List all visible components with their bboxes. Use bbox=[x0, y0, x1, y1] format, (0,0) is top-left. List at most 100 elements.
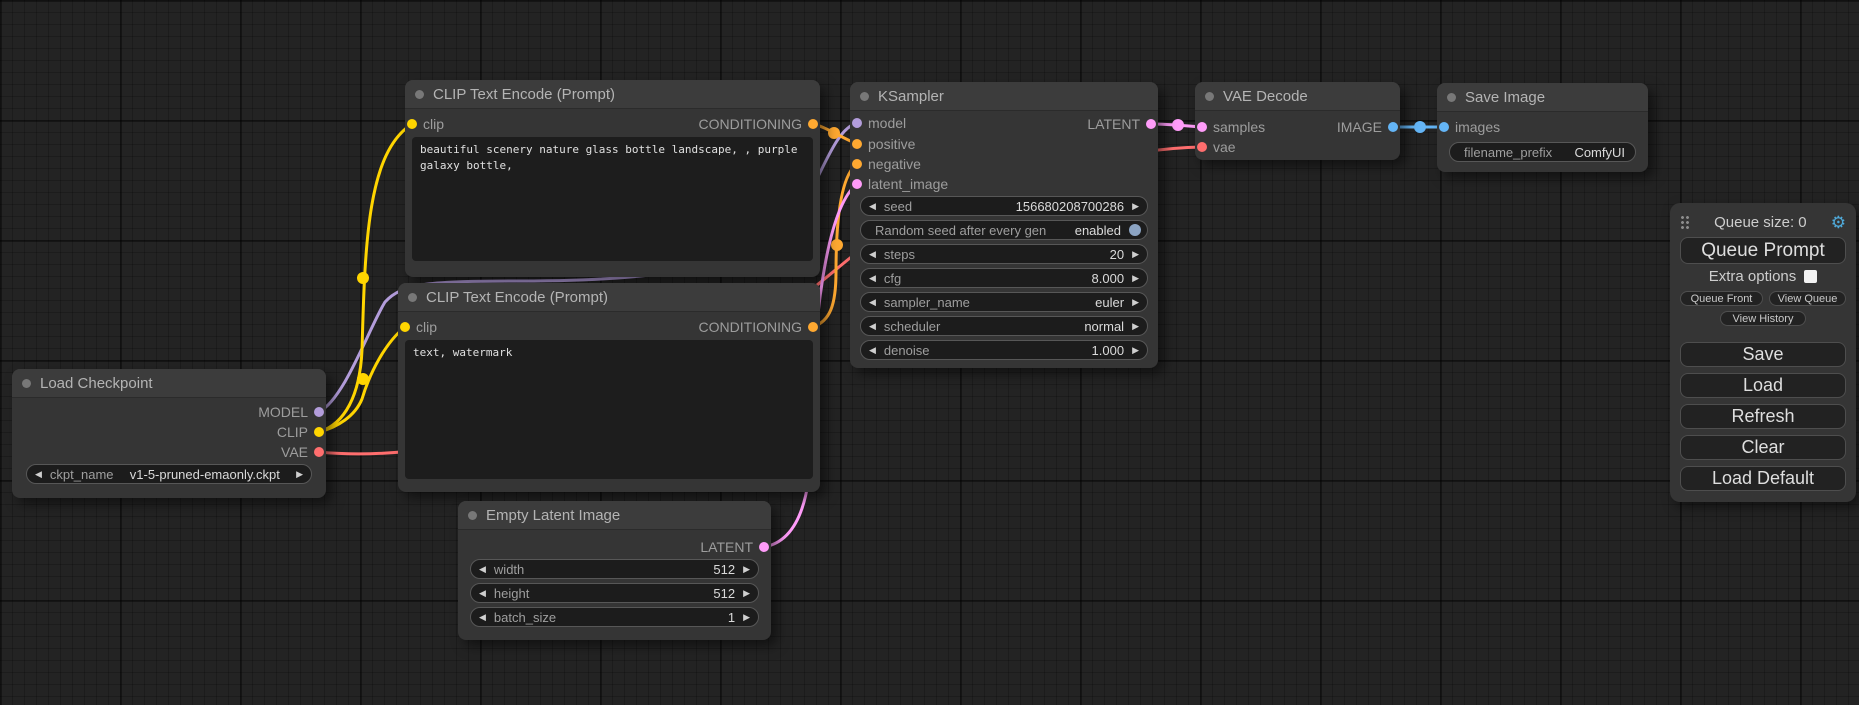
vae-input-pin[interactable] bbox=[1197, 142, 1207, 152]
increment-arrow-icon[interactable]: ▶ bbox=[1132, 197, 1139, 215]
positive-input-pin[interactable] bbox=[852, 139, 862, 149]
queue-front-button[interactable]: Queue Front bbox=[1680, 291, 1763, 306]
node-title: CLIP Text Encode (Prompt) bbox=[426, 289, 608, 306]
decrement-arrow-icon[interactable]: ◀ bbox=[869, 269, 876, 287]
positive-prompt-textarea[interactable]: beautiful scenery nature glass bottle la… bbox=[412, 137, 813, 261]
decrement-arrow-icon[interactable]: ◀ bbox=[869, 245, 876, 263]
latent-output-pin[interactable] bbox=[759, 542, 769, 552]
widget-value: 512 bbox=[713, 562, 735, 577]
node-clip-text-encode-negative[interactable]: CLIP Text Encode (Prompt) clip CONDITION… bbox=[398, 283, 820, 492]
link-midpoint-dot[interactable] bbox=[1414, 121, 1426, 133]
node-titlebar[interactable]: KSampler bbox=[850, 82, 1158, 111]
collapse-dot-icon[interactable] bbox=[1447, 93, 1456, 102]
widget-value: normal bbox=[1084, 319, 1124, 334]
clip-output-pin[interactable] bbox=[314, 427, 324, 437]
node-titlebar[interactable]: CLIP Text Encode (Prompt) bbox=[405, 80, 820, 109]
decrement-arrow-icon[interactable]: ◀ bbox=[869, 341, 876, 359]
save-button[interactable]: Save bbox=[1680, 342, 1846, 367]
seed-widget[interactable]: ◀ seed 156680208700286 ▶ bbox=[860, 196, 1148, 216]
collapse-dot-icon[interactable] bbox=[408, 293, 417, 302]
increment-arrow-icon[interactable]: ▶ bbox=[296, 465, 303, 483]
sampler-name-widget[interactable]: ◀ sampler_name euler ▶ bbox=[860, 292, 1148, 312]
increment-arrow-icon[interactable]: ▶ bbox=[743, 608, 750, 626]
link-midpoint-dot[interactable] bbox=[1172, 119, 1184, 131]
node-save-image[interactable]: Save Image images filename_prefix ComfyU… bbox=[1437, 83, 1648, 172]
decrement-arrow-icon[interactable]: ◀ bbox=[869, 293, 876, 311]
extra-options-label: Extra options bbox=[1709, 268, 1797, 285]
negative-input-pin[interactable] bbox=[852, 159, 862, 169]
decrement-arrow-icon[interactable]: ◀ bbox=[479, 608, 486, 626]
node-titlebar[interactable]: VAE Decode bbox=[1195, 82, 1400, 111]
decrement-arrow-icon[interactable]: ◀ bbox=[869, 197, 876, 215]
increment-arrow-icon[interactable]: ▶ bbox=[743, 560, 750, 578]
negative-prompt-textarea[interactable]: text, watermark bbox=[405, 340, 813, 479]
clip-input-pin[interactable] bbox=[400, 322, 410, 332]
widget-value: 512 bbox=[713, 586, 735, 601]
increment-arrow-icon[interactable]: ▶ bbox=[1132, 269, 1139, 287]
extra-options-checkbox[interactable] bbox=[1804, 270, 1817, 283]
filename-prefix-widget[interactable]: filename_prefix ComfyUI bbox=[1449, 142, 1636, 162]
cfg-widget[interactable]: ◀ cfg 8.000 ▶ bbox=[860, 268, 1148, 288]
vae-output-pin[interactable] bbox=[314, 447, 324, 457]
increment-arrow-icon[interactable]: ▶ bbox=[743, 584, 750, 602]
node-titlebar[interactable]: Load Checkpoint bbox=[12, 369, 326, 398]
clear-button[interactable]: Clear bbox=[1680, 435, 1846, 460]
link-midpoint-dot[interactable] bbox=[357, 373, 369, 385]
samples-input-pin[interactable] bbox=[1197, 122, 1207, 132]
increment-arrow-icon[interactable]: ▶ bbox=[1132, 293, 1139, 311]
steps-widget[interactable]: ◀ steps 20 ▶ bbox=[860, 244, 1148, 264]
decrement-arrow-icon[interactable]: ◀ bbox=[479, 584, 486, 602]
collapse-dot-icon[interactable] bbox=[1205, 92, 1214, 101]
increment-arrow-icon[interactable]: ▶ bbox=[1132, 317, 1139, 335]
view-queue-button[interactable]: View Queue bbox=[1769, 291, 1846, 306]
denoise-widget[interactable]: ◀ denoise 1.000 ▶ bbox=[860, 340, 1148, 360]
conditioning-output-pin[interactable] bbox=[808, 322, 818, 332]
clip-input-pin[interactable] bbox=[407, 119, 417, 129]
increment-arrow-icon[interactable]: ▶ bbox=[1132, 341, 1139, 359]
image-output-pin[interactable] bbox=[1388, 122, 1398, 132]
link-midpoint-dot[interactable] bbox=[831, 239, 843, 251]
load-button[interactable]: Load bbox=[1680, 373, 1846, 398]
height-widget[interactable]: ◀ height 512 ▶ bbox=[470, 583, 759, 603]
link-midpoint-dot[interactable] bbox=[357, 272, 369, 284]
images-input-pin[interactable] bbox=[1439, 122, 1449, 132]
collapse-dot-icon[interactable] bbox=[468, 511, 477, 520]
node-load-checkpoint[interactable]: Load Checkpoint MODEL CLIP VAE ◀ ckpt_na… bbox=[12, 369, 326, 498]
link-midpoint-dot[interactable] bbox=[828, 127, 840, 139]
collapse-dot-icon[interactable] bbox=[415, 90, 424, 99]
batch-size-widget[interactable]: ◀ batch_size 1 ▶ bbox=[470, 607, 759, 627]
latent-output-pin[interactable] bbox=[1146, 119, 1156, 129]
latent-image-input-pin[interactable] bbox=[852, 179, 862, 189]
gear-icon[interactable]: ⚙ bbox=[1831, 214, 1846, 231]
load-default-button[interactable]: Load Default bbox=[1680, 466, 1846, 491]
scheduler-widget[interactable]: ◀ scheduler normal ▶ bbox=[860, 316, 1148, 336]
collapse-dot-icon[interactable] bbox=[860, 92, 869, 101]
comfyui-canvas[interactable]: { "colors": { "model": "#B39DDB", "clip"… bbox=[0, 0, 1859, 705]
decrement-arrow-icon[interactable]: ◀ bbox=[35, 465, 42, 483]
output-label-image: IMAGE bbox=[1337, 118, 1382, 136]
decrement-arrow-icon[interactable]: ◀ bbox=[479, 560, 486, 578]
decrement-arrow-icon[interactable]: ◀ bbox=[869, 317, 876, 335]
increment-arrow-icon[interactable]: ▶ bbox=[1132, 245, 1139, 263]
conditioning-output-pin[interactable] bbox=[808, 119, 818, 129]
node-titlebar[interactable]: Save Image bbox=[1437, 83, 1648, 112]
model-output-pin[interactable] bbox=[314, 407, 324, 417]
refresh-button[interactable]: Refresh bbox=[1680, 404, 1846, 429]
collapse-dot-icon[interactable] bbox=[22, 379, 31, 388]
widget-value: euler bbox=[1095, 295, 1124, 310]
output-label-conditioning: CONDITIONING bbox=[699, 115, 802, 133]
ckpt-name-widget[interactable]: ◀ ckpt_name v1-5-pruned-emaonly.ckpt ▶ bbox=[26, 464, 312, 484]
node-ksampler[interactable]: KSampler model positive negative latent_… bbox=[850, 82, 1158, 368]
node-empty-latent-image[interactable]: Empty Latent Image LATENT ◀ width 512 ▶ … bbox=[458, 501, 771, 640]
node-titlebar[interactable]: Empty Latent Image bbox=[458, 501, 771, 530]
view-history-button[interactable]: View History bbox=[1720, 311, 1806, 326]
random-seed-widget[interactable]: Random seed after every gen enabled bbox=[860, 220, 1148, 240]
random-seed-toggle-icon[interactable] bbox=[1129, 224, 1141, 236]
drag-handle-icon[interactable] bbox=[1680, 215, 1690, 230]
node-titlebar[interactable]: CLIP Text Encode (Prompt) bbox=[398, 283, 820, 312]
model-input-pin[interactable] bbox=[852, 118, 862, 128]
node-vae-decode[interactable]: VAE Decode samples vae IMAGE bbox=[1195, 82, 1400, 160]
width-widget[interactable]: ◀ width 512 ▶ bbox=[470, 559, 759, 579]
queue-prompt-button[interactable]: Queue Prompt bbox=[1680, 237, 1846, 264]
node-clip-text-encode-positive[interactable]: CLIP Text Encode (Prompt) clip CONDITION… bbox=[405, 80, 820, 277]
